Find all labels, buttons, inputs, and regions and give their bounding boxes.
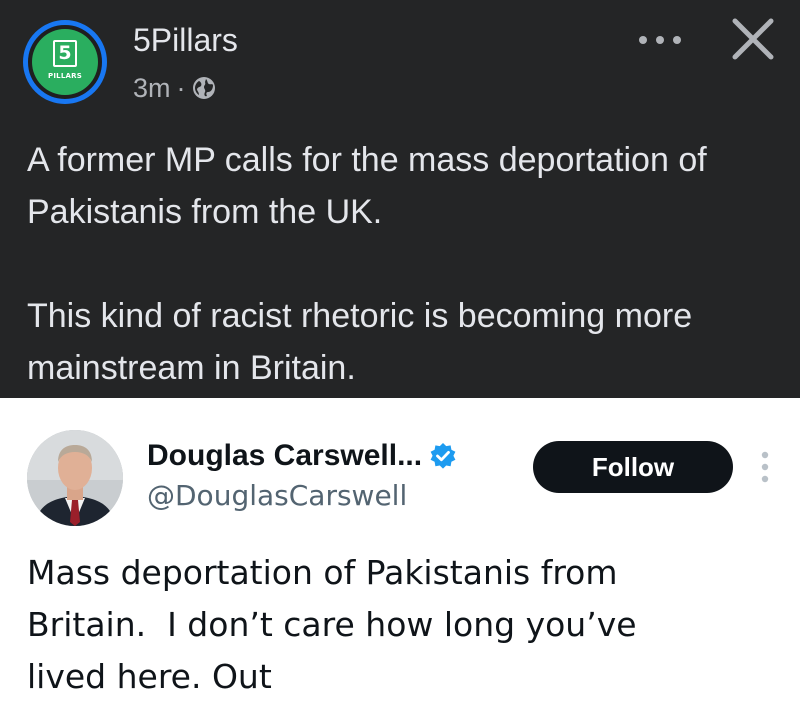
logo-word: PILLARS — [48, 72, 82, 80]
verified-badge-icon — [430, 443, 456, 469]
author-name-row: Douglas Carswell... — [147, 434, 457, 478]
more-horizontal-icon[interactable] — [636, 30, 684, 50]
author-handle[interactable]: @DouglasCarswell — [147, 478, 407, 514]
tweet-text-line: Britain. I don’t care how long you’ve — [27, 605, 637, 644]
tweet-text-line: lived here. Out — [27, 657, 272, 696]
meta-separator: · — [176, 72, 186, 103]
more-vertical-icon[interactable] — [759, 450, 771, 484]
globe-icon — [192, 77, 215, 99]
person-photo — [27, 430, 123, 526]
close-icon[interactable] — [730, 16, 776, 62]
post-time[interactable]: 3m — [133, 73, 171, 104]
page-avatar[interactable]: 5 PILLARS — [23, 20, 107, 104]
post-paragraph: A former MP calls for the mass deportati… — [27, 141, 707, 231]
post-paragraph: This kind of racist rhetoric is becoming… — [27, 297, 693, 387]
author-name[interactable]: Douglas Carswell... — [147, 439, 422, 473]
tweet-text-line: Mass deportation of Pakistanis from — [27, 553, 618, 592]
embedded-tweet: Douglas Carswell... @DouglasCarswell Fol… — [0, 398, 800, 712]
author-avatar[interactable] — [27, 430, 123, 526]
page-name[interactable]: 5Pillars — [133, 20, 238, 60]
logo-number: 5 — [53, 40, 77, 67]
tweet-text: Mass deportation of Pakistanis from Brit… — [27, 547, 787, 703]
facebook-post: 5 PILLARS 5Pillars 3m · A former MP call… — [0, 0, 800, 398]
follow-button[interactable]: Follow — [533, 441, 733, 493]
post-text: A former MP calls for the mass deportati… — [27, 134, 787, 394]
page-logo: 5 PILLARS — [32, 29, 98, 95]
post-meta: 3m · — [133, 70, 216, 106]
